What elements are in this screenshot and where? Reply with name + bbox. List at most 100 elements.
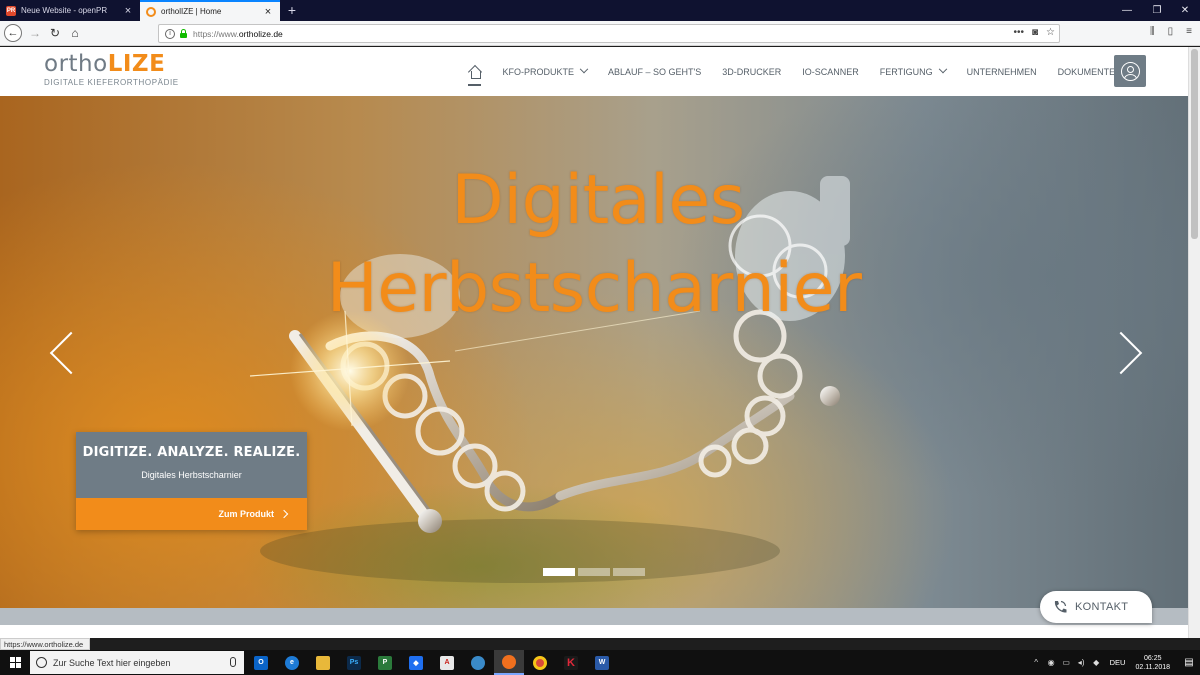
home-icon[interactable]: ⌂	[66, 24, 84, 42]
tab-title: Neue Website - openPR	[21, 6, 108, 15]
forward-arrow-icon[interactable]: →	[26, 24, 44, 42]
site-logo[interactable]: orthoLIZE DIGITALE KIEFERORTHOPÄDIE	[44, 51, 179, 88]
notification-center-icon[interactable]: ▤	[1178, 650, 1200, 675]
lock-icon[interactable]	[179, 29, 188, 38]
taskbar-search-box[interactable]: Zur Suche Text hier eingeben	[30, 651, 244, 674]
dropbox-icon: ◆	[409, 655, 423, 670]
chevron-up-icon[interactable]: ^	[1029, 658, 1044, 667]
taskbar-outlook[interactable]: O	[246, 650, 276, 675]
word-icon: W	[595, 655, 609, 670]
browser-tab-openpr[interactable]: PR Neue Website - openPR ×	[0, 0, 140, 21]
nav-label: ABLAUF – SO GEHT'S	[608, 66, 702, 77]
slider-dot-3[interactable]	[613, 568, 645, 576]
scrollbar-thumb[interactable]	[1191, 49, 1198, 239]
clock-time: 06:25	[1143, 654, 1162, 662]
slider-dot-2[interactable]	[578, 568, 610, 576]
dropbox-tray-icon[interactable]: ◆	[1089, 658, 1104, 667]
back-arrow-icon[interactable]: ←	[4, 24, 22, 42]
main-navigation: KFO-PRODUKTE ABLAUF – SO GEHT'S 3D-DRUCK…	[462, 47, 1126, 96]
kontakt-label: KONTAKT	[1075, 601, 1129, 613]
page-scrollbar[interactable]	[1188, 47, 1200, 638]
promo-subtitle: Digitales Herbstscharnier	[141, 470, 242, 480]
close-tab-icon[interactable]: ×	[122, 5, 134, 17]
folder-icon	[316, 655, 330, 670]
taskbar-kaspersky[interactable]: K	[556, 650, 586, 675]
close-window-button[interactable]: ✕	[1168, 0, 1200, 21]
zum-produkt-label: Zum Produkt	[218, 509, 275, 519]
chevron-down-icon	[938, 64, 947, 73]
url-bar[interactable]: i https://www. ortholize.de ••• ◙ ☆	[158, 24, 1060, 43]
nav-kfo-produkte[interactable]: KFO-PRODUKTE	[492, 47, 598, 96]
nav-label: UNTERNEHMEN	[966, 66, 1037, 77]
zum-produkt-button[interactable]: Zum Produkt	[76, 498, 307, 530]
microphone-icon[interactable]	[230, 657, 236, 667]
nav-ablauf[interactable]: ABLAUF – SO GEHT'S	[598, 47, 712, 96]
taskbar-edge[interactable]: e	[277, 650, 307, 675]
taskbar-search-placeholder: Zur Suche Text hier eingeben	[53, 657, 171, 668]
slider-pagination	[543, 568, 645, 576]
menu-hamburger-icon[interactable]: ≡	[1186, 26, 1192, 37]
kaspersky-icon: K	[564, 655, 578, 670]
chrome-icon	[533, 655, 547, 670]
hero-title-line1: Digitales	[451, 161, 745, 240]
nav-fertigung[interactable]: FERTIGUNG	[869, 47, 956, 96]
start-button[interactable]	[0, 650, 30, 675]
phone-icon	[1054, 600, 1067, 613]
photoshop-icon: Ps	[347, 655, 361, 670]
outlook-icon: O	[254, 655, 268, 670]
sidebar-icon[interactable]: ▯	[1168, 26, 1174, 37]
taskbar-project[interactable]: P	[370, 650, 400, 675]
page-actions-icon[interactable]: •••	[1013, 27, 1024, 38]
kontakt-button[interactable]: KONTAKT	[1040, 591, 1152, 623]
new-tab-button[interactable]: +	[285, 1, 299, 19]
browser-tab-ortholize[interactable]: ortholIZE | Home ×	[140, 0, 280, 21]
teams-icon[interactable]: ◉	[1044, 658, 1059, 667]
bookmark-star-icon[interactable]: ☆	[1046, 27, 1055, 38]
pocket-icon[interactable]: ◙	[1032, 27, 1038, 38]
taskbar-photoshop[interactable]: Ps	[339, 650, 369, 675]
minimize-window-button[interactable]: —	[1110, 0, 1144, 21]
user-login-button[interactable]	[1114, 55, 1146, 87]
nav-label: DOKUMENTE	[1057, 66, 1116, 77]
logo-part1: ortho	[44, 51, 108, 77]
logo-part2: LIZE	[107, 51, 166, 77]
project-icon: P	[378, 655, 392, 670]
nav-unternehmen[interactable]: UNTERNEHMEN	[956, 47, 1047, 96]
taskbar-acrobat[interactable]: A	[432, 650, 462, 675]
chevron-right-icon	[279, 509, 289, 519]
windows-taskbar: Zur Suche Text hier eingeben O e Ps P ◆ …	[0, 650, 1200, 675]
taskbar-clock[interactable]: 06:25 02.11.2018	[1135, 654, 1170, 672]
home-icon	[468, 66, 481, 79]
reload-icon[interactable]: ↻	[46, 24, 64, 42]
tab-title: ortholIZE | Home	[161, 7, 222, 16]
browser-nav-bar: ← → ↻ ⌂ i https://www. ortholize.de ••• ◙…	[0, 21, 1200, 46]
nav-label: FERTIGUNG	[879, 66, 933, 77]
nav-label: IO-SCANNER	[802, 66, 859, 77]
library-icon[interactable]: ⫼	[1150, 26, 1155, 37]
nav-io-scanner[interactable]: IO-SCANNER	[792, 47, 870, 96]
system-tray: ^ ◉ ▭ ◂) ◆ DEU 06:25 02.11.2018 ▤	[1029, 650, 1200, 675]
taskbar-chrome[interactable]	[525, 650, 555, 675]
nav-home[interactable]	[462, 47, 492, 96]
slider-dot-1[interactable]	[543, 568, 575, 576]
taskbar-word[interactable]: W	[587, 650, 617, 675]
slider-prev-arrow-icon[interactable]	[48, 326, 78, 376]
promo-heading: DIGITIZE. ANALYZE. REALIZE.	[82, 445, 301, 460]
taskbar-dropbox[interactable]: ◆	[401, 650, 431, 675]
taskbar-firefox[interactable]	[494, 650, 524, 675]
url-host: ortholize.de	[238, 28, 283, 39]
clock-date: 02.11.2018	[1135, 663, 1170, 671]
taskbar-explorer[interactable]	[308, 650, 338, 675]
taskbar-globe[interactable]	[463, 650, 493, 675]
windows-logo-icon	[9, 657, 21, 668]
close-tab-icon[interactable]: ×	[262, 6, 274, 18]
volume-icon[interactable]: ◂)	[1074, 658, 1089, 667]
openpr-favicon-icon: PR	[6, 5, 16, 16]
slider-next-arrow-icon[interactable]	[1112, 326, 1142, 376]
nav-3d-drucker[interactable]: 3D-DRUCKER	[712, 47, 792, 96]
page-content-area	[0, 625, 1188, 638]
hero-slider: Digitales Herbstscharnier DIGITIZE. ANAL…	[0, 96, 1188, 608]
site-info-icon[interactable]: i	[165, 28, 175, 39]
language-indicator[interactable]: DEU	[1110, 658, 1126, 667]
network-icon[interactable]: ▭	[1059, 658, 1074, 667]
